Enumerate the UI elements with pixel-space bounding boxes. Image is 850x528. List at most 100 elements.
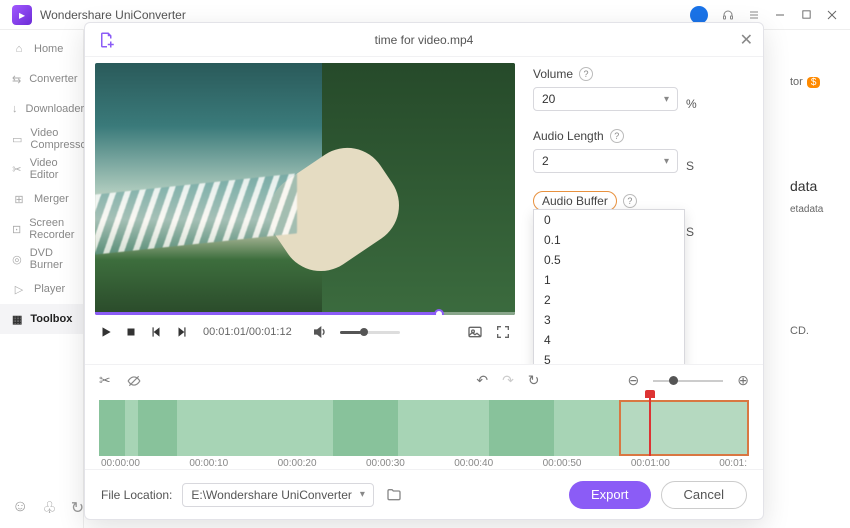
window-maximize-button[interactable] [800, 9, 812, 21]
feedback-icon[interactable]: ☺ [12, 498, 28, 518]
prev-button[interactable] [149, 325, 163, 339]
sidebar-item-player[interactable]: ▷ Player [0, 274, 83, 304]
play-button[interactable] [99, 325, 113, 339]
chevron-down-icon: ▾ [360, 489, 365, 500]
close-icon[interactable]: ✕ [740, 30, 753, 50]
export-button[interactable]: Export [569, 481, 651, 509]
undo-icon[interactable]: ↶ [476, 372, 488, 389]
sidebar-item-compressor[interactable]: ▭Video Compressor [0, 124, 83, 154]
redo-icon[interactable]: ↷ [502, 372, 514, 389]
sidebar-item-label: Merger [34, 193, 69, 205]
help-icon[interactable]: ? [579, 67, 593, 81]
timeline[interactable] [99, 400, 749, 456]
sidebar-item-label: Downloader [26, 103, 85, 115]
add-file-icon[interactable] [97, 30, 117, 50]
notification-icon[interactable]: ♧ [42, 498, 56, 518]
open-folder-icon[interactable] [384, 485, 404, 505]
sidebar-item-toolbox[interactable]: ▦ Toolbox [0, 304, 83, 334]
play-icon: ▷ [12, 282, 26, 296]
sidebar-item-label: DVD Burner [30, 247, 71, 271]
hide-icon[interactable] [125, 374, 143, 388]
video-preview[interactable] [95, 63, 515, 315]
sidebar-item-label: Screen Recorder [29, 217, 74, 241]
modal-title: time for video.mp4 [375, 33, 474, 47]
sidebar: ⌂Home ⇆Converter ↓ Downloader ▭Video Comp… [0, 30, 84, 528]
audio-buffer-dropdown: 0 0.1 0.5 1 2 3 4 5 [533, 209, 685, 364]
peek-cd: CD. [790, 325, 840, 337]
sidebar-item-converter[interactable]: ⇆Converter [0, 64, 83, 94]
dropdown-option[interactable]: 0.1 [534, 230, 684, 250]
audio-length-select[interactable]: 2▾ [533, 149, 678, 173]
video-progress[interactable] [95, 312, 515, 315]
volume-slider[interactable] [340, 331, 400, 334]
modal-footer: File Location: E:\Wondershare UniConvert… [85, 469, 763, 519]
volume-icon[interactable] [312, 324, 328, 340]
snapshot-icon[interactable] [467, 324, 483, 340]
file-location-label: File Location: [101, 488, 172, 502]
zoom-slider[interactable] [653, 380, 723, 382]
audio-length-label: Audio Length [533, 129, 604, 143]
window-close-button[interactable] [826, 9, 838, 21]
zoom-out-icon[interactable]: ⊖ [628, 372, 640, 389]
headset-icon[interactable] [722, 9, 734, 21]
reset-icon[interactable]: ↻ [528, 372, 540, 389]
sidebar-item-label: Toolbox [30, 313, 72, 325]
volume-label: Volume [533, 67, 573, 81]
timeline-selection[interactable] [619, 400, 749, 456]
sidebar-item-label: Video Editor [30, 157, 71, 181]
dropdown-option[interactable]: 4 [534, 330, 684, 350]
dropdown-option[interactable]: 1 [534, 270, 684, 290]
sidebar-item-editor[interactable]: ✂ Video Editor [0, 154, 83, 184]
avatar[interactable] [690, 6, 708, 24]
app-name: Wondershare UniConverter [40, 8, 186, 22]
stop-button[interactable] [125, 326, 137, 338]
disc-icon: ◎ [12, 252, 22, 266]
cut-icon[interactable]: ✂ [99, 372, 111, 389]
dollar-badge: $ [807, 77, 821, 88]
peek-sub: etadata [790, 204, 840, 215]
peek-title: data [790, 178, 840, 194]
dropdown-option[interactable]: 2 [534, 290, 684, 310]
refresh-icon[interactable]: ↻ [71, 498, 84, 518]
audio-length-unit: S [686, 159, 694, 173]
modal-header: time for video.mp4 ✕ [85, 23, 763, 57]
timeline-ruler: 00:00:00 00:00:10 00:00:20 00:00:30 00:0… [99, 458, 749, 469]
help-icon[interactable]: ? [623, 194, 637, 208]
sidebar-item-home[interactable]: ⌂Home [0, 34, 83, 64]
audio-buffer-label: Audio Buffer [542, 194, 608, 208]
playback-time: 00:01:01/00:01:12 [203, 326, 292, 338]
dropdown-option[interactable]: 0.5 [534, 250, 684, 270]
background-panel: tor $ data etadata CD. [780, 66, 850, 347]
download-icon: ↓ [12, 102, 18, 116]
dropdown-option[interactable]: 0 [534, 210, 684, 230]
record-icon: ⊡ [12, 222, 21, 236]
peek-text: tor [790, 76, 803, 88]
fullscreen-icon[interactable] [495, 324, 511, 340]
volume-unit: % [686, 97, 697, 111]
dropdown-option[interactable]: 5 [534, 350, 684, 364]
app-logo-icon: ▸ [12, 5, 32, 25]
window-minimize-button[interactable] [774, 9, 786, 21]
volume-select[interactable]: 20▾ [533, 87, 678, 111]
chevron-down-icon: ▾ [664, 156, 669, 167]
sidebar-item-label: Player [34, 283, 65, 295]
menu-icon[interactable] [748, 9, 760, 21]
cancel-button[interactable]: Cancel [661, 481, 747, 509]
sidebar-item-merger[interactable]: ⊞Merger [0, 184, 83, 214]
grid-icon: ▦ [12, 312, 22, 326]
dropdown-option[interactable]: 3 [534, 310, 684, 330]
scissors-icon: ✂ [12, 162, 22, 176]
next-button[interactable] [175, 325, 189, 339]
sidebar-item-label: Home [34, 43, 63, 55]
sidebar-item-label: Converter [29, 73, 77, 85]
sidebar-item-dvd[interactable]: ◎ DVD Burner [0, 244, 83, 274]
sidebar-item-recorder[interactable]: ⊡ Screen Recorder [0, 214, 83, 244]
sidebar-item-downloader[interactable]: ↓ Downloader [0, 94, 83, 124]
zoom-in-icon[interactable]: ⊕ [737, 372, 749, 389]
file-location-select[interactable]: E:\Wondershare UniConverter ▾ [182, 483, 374, 507]
help-icon[interactable]: ? [610, 129, 624, 143]
chevron-down-icon: ▾ [664, 94, 669, 105]
sidebar-item-label: Video Compressor [30, 127, 90, 151]
timeline-tools: ✂ ↶ ↷ ↻ ⊖ ⊕ [85, 364, 763, 396]
playhead[interactable] [649, 394, 651, 456]
